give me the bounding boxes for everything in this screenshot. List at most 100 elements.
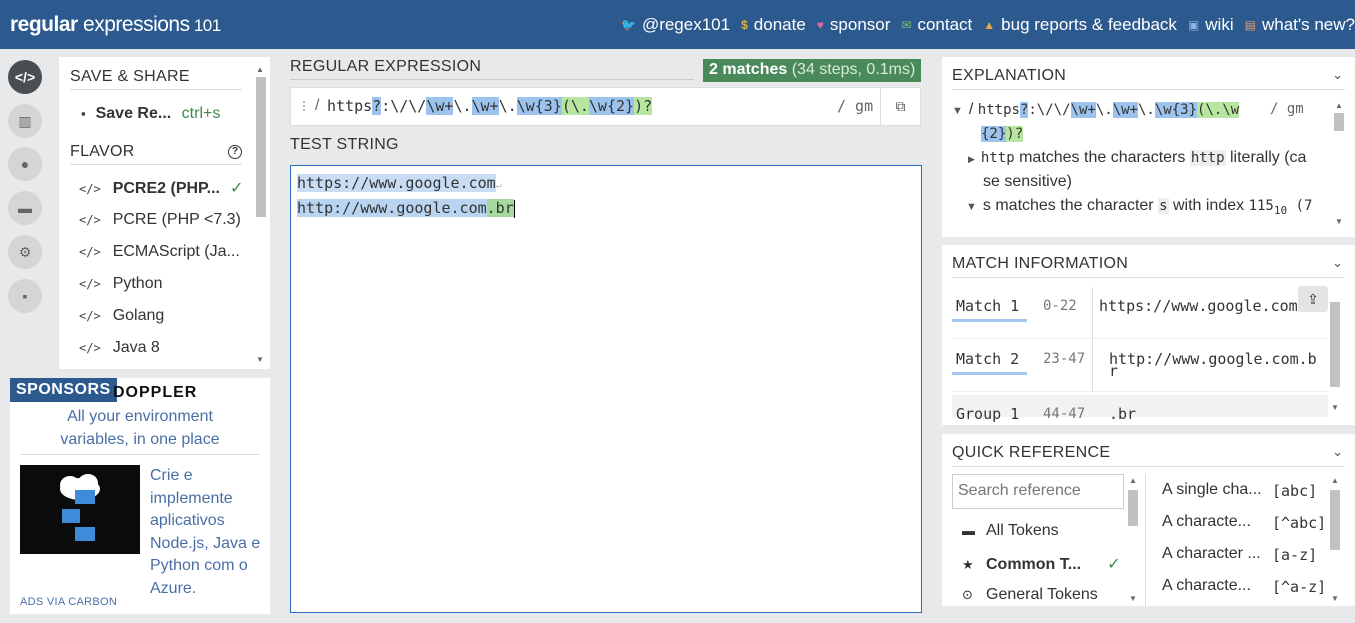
category-scrollbar[interactable]: ▲ ▼ — [1127, 476, 1139, 606]
app-logo[interactable]: regular expressions 101 — [10, 13, 221, 37]
copy-regex-button[interactable]: ⧉ — [880, 88, 920, 125]
scroll-down-icon[interactable]: ▼ — [1335, 217, 1343, 226]
regex-flags[interactable]: / gm — [837, 97, 873, 115]
sponsor-description[interactable]: All your environment variables, in one p… — [10, 405, 270, 451]
match-information-panel: MATCH INFORMATION ⌄ ⇪ Match 1 0-22 https… — [942, 245, 1355, 425]
flavor-item-python[interactable]: </> Python — [79, 275, 163, 293]
text-cursor — [513, 199, 515, 218]
collapse-triangle-icon[interactable]: ▼ — [966, 201, 977, 213]
reference-label: A characte... — [1162, 577, 1251, 594]
scroll-thumb[interactable] — [256, 77, 266, 217]
save-share-title: SAVE & SHARE — [70, 68, 190, 85]
group-row[interactable]: Group 1 44-47 .br — [952, 395, 1328, 423]
match-row[interactable]: Match 1 0-22 https://www.google.com — [952, 287, 1328, 339]
nav-contact-link[interactable]: ✉ contact — [901, 15, 972, 35]
scroll-thumb[interactable] — [1330, 302, 1340, 387]
scroll-up-icon[interactable]: ▲ — [1129, 476, 1137, 485]
match-info-scrollbar[interactable]: ▼ — [1329, 287, 1341, 415]
reference-item[interactable]: A characte... — [1162, 577, 1251, 595]
test-string-editor[interactable]: https://www.google.com↵ http://www.googl… — [290, 165, 922, 613]
match-row[interactable]: Match 2 23-47 http://www.google.com.b r — [952, 340, 1328, 392]
regex-input[interactable]: ⋮ / https?:\/\/\w+\.\w+\.\w{3}(\.\w{2})? … — [290, 87, 921, 126]
scroll-up-icon[interactable]: ▲ — [1331, 476, 1339, 485]
expand-triangle-icon[interactable]: ▶ — [968, 154, 975, 164]
reference-code: [a-z] — [1272, 546, 1318, 564]
regex-pattern[interactable]: https?:\/\/\w+\.\w+\.\w{3}(\.\w{2})? — [327, 97, 653, 115]
regex-token: \. — [498, 97, 517, 115]
match-label: Match 1 — [956, 297, 1020, 315]
drag-handle-icon[interactable]: ⋮ — [298, 99, 310, 113]
chevron-down-icon[interactable]: ⌄ — [1332, 444, 1343, 460]
explanation-row-s[interactable]: ▼ s matches the character s with index 11… — [966, 197, 1312, 217]
nav-donate-link[interactable]: $ donate — [741, 15, 806, 35]
scroll-down-icon[interactable]: ▼ — [1331, 594, 1339, 603]
ad-text[interactable]: Crie e implemente aplicativos Node.js, J… — [150, 465, 265, 600]
chevron-down-icon[interactable]: ⌄ — [1332, 67, 1343, 83]
scroll-thumb[interactable] — [1334, 113, 1344, 131]
check-icon: ✓ — [1107, 556, 1121, 573]
reference-item[interactable]: A characte... — [1162, 513, 1251, 531]
scroll-down-icon[interactable]: ▼ — [1129, 594, 1137, 603]
flavor-item-pcre[interactable]: </> PCRE (PHP <7.3) — [79, 211, 241, 229]
nav-sponsor-link[interactable]: ♥ sponsor — [817, 15, 891, 35]
flavor-label: Python — [112, 275, 163, 292]
user-icon[interactable]: ● — [8, 147, 42, 181]
match-range: 23-47 — [1043, 351, 1086, 367]
nav-whats-new-link[interactable]: ▤ what's new? — [1245, 15, 1355, 35]
save-shortcut: ctrl+s — [181, 105, 221, 122]
char-code: 115 — [1248, 198, 1274, 214]
flavor-item-pcre2[interactable]: </> PCRE2 (PHP... ✓ — [79, 178, 243, 198]
ads-via-carbon[interactable]: ADS VIA CARBON — [20, 596, 117, 608]
divider — [1092, 287, 1093, 339]
category-common-tokens[interactable]: ★ Common T... ✓ — [962, 554, 1121, 574]
comments-icon[interactable]: ▪ — [8, 279, 42, 313]
scroll-thumb[interactable] — [1330, 490, 1340, 550]
reference-item[interactable]: A single cha... — [1162, 481, 1262, 499]
flavor-scrollbar[interactable]: ▲ ▼ — [255, 65, 266, 367]
match-label: Match 2 — [956, 350, 1020, 368]
explanation-regex-cont: {2})? — [981, 126, 1024, 142]
nav-wiki-link[interactable]: ▣ wiki — [1188, 15, 1234, 35]
scroll-down-icon[interactable]: ▼ — [1331, 403, 1339, 412]
reference-item[interactable]: A character ... — [1162, 545, 1261, 563]
gamepad-icon[interactable]: ▬ — [8, 191, 42, 225]
regex-delimiter-left[interactable]: ⋮ / — [298, 97, 319, 115]
char-code-base: 10 — [1273, 204, 1288, 218]
explanation-scrollbar[interactable]: ▲ ▼ — [1333, 101, 1345, 229]
category-all-tokens[interactable]: ▬ All Tokens — [962, 522, 1059, 540]
delimiter-slash: / — [968, 101, 978, 118]
nav-twitter-link[interactable]: 🐦 @regex101 — [621, 15, 730, 35]
chevron-down-icon[interactable]: ⌄ — [1332, 255, 1343, 271]
explanation-row-http[interactable]: ▶ http matches the characters http litera… — [968, 149, 1306, 167]
category-general-tokens[interactable]: ⊙ General Tokens — [962, 586, 1098, 604]
logo-number: 101 — [189, 15, 221, 35]
collapse-triangle-icon[interactable]: ▼ — [952, 105, 963, 117]
help-icon[interactable]: ? — [228, 145, 242, 159]
save-regex-button[interactable]: ▪ Save Re... ctrl+s — [81, 105, 220, 123]
flavor-item-ecmascript[interactable]: </> ECMAScript (Ja... — [79, 243, 240, 261]
scroll-thumb[interactable] — [1128, 490, 1138, 526]
code-icon: </> — [79, 341, 101, 355]
delimiter-slash: / — [315, 97, 320, 114]
cloud-diagram-icon — [60, 474, 100, 541]
scroll-down-icon[interactable]: ▼ — [256, 355, 264, 364]
code-icon: </> — [79, 309, 101, 323]
code-icon[interactable]: </> — [8, 60, 42, 94]
match-1-highlight: https://www.google.com — [297, 174, 496, 192]
reference-scrollbar[interactable]: ▲ ▼ — [1329, 476, 1341, 606]
library-icon[interactable]: ▥ — [8, 104, 42, 138]
quick-reference-panel: QUICK REFERENCE ⌄ Search reference ▬ All … — [942, 434, 1355, 606]
scroll-up-icon[interactable]: ▲ — [1335, 101, 1343, 110]
newline-icon: ↵ — [495, 180, 502, 191]
ad-image[interactable] — [20, 465, 140, 554]
settings-icon[interactable]: ⚙ — [8, 235, 42, 269]
scroll-up-icon[interactable]: ▲ — [256, 65, 264, 74]
flavor-item-java8[interactable]: </> Java 8 — [79, 339, 160, 357]
nav-bug-reports-link[interactable]: ▲ bug reports & feedback — [983, 15, 1177, 35]
match-value: https://www.google.com — [1099, 297, 1298, 315]
flavor-item-golang[interactable]: </> Golang — [79, 307, 164, 325]
sponsor-name[interactable]: DOPPLER — [113, 384, 197, 402]
match-underline — [952, 319, 1027, 322]
explanation-regex-row[interactable]: ▼ / https?:\/\/\w+\.\w+\.\w{3}(\.\w / gm — [952, 101, 1304, 119]
reference-search-input[interactable]: Search reference — [952, 474, 1124, 509]
